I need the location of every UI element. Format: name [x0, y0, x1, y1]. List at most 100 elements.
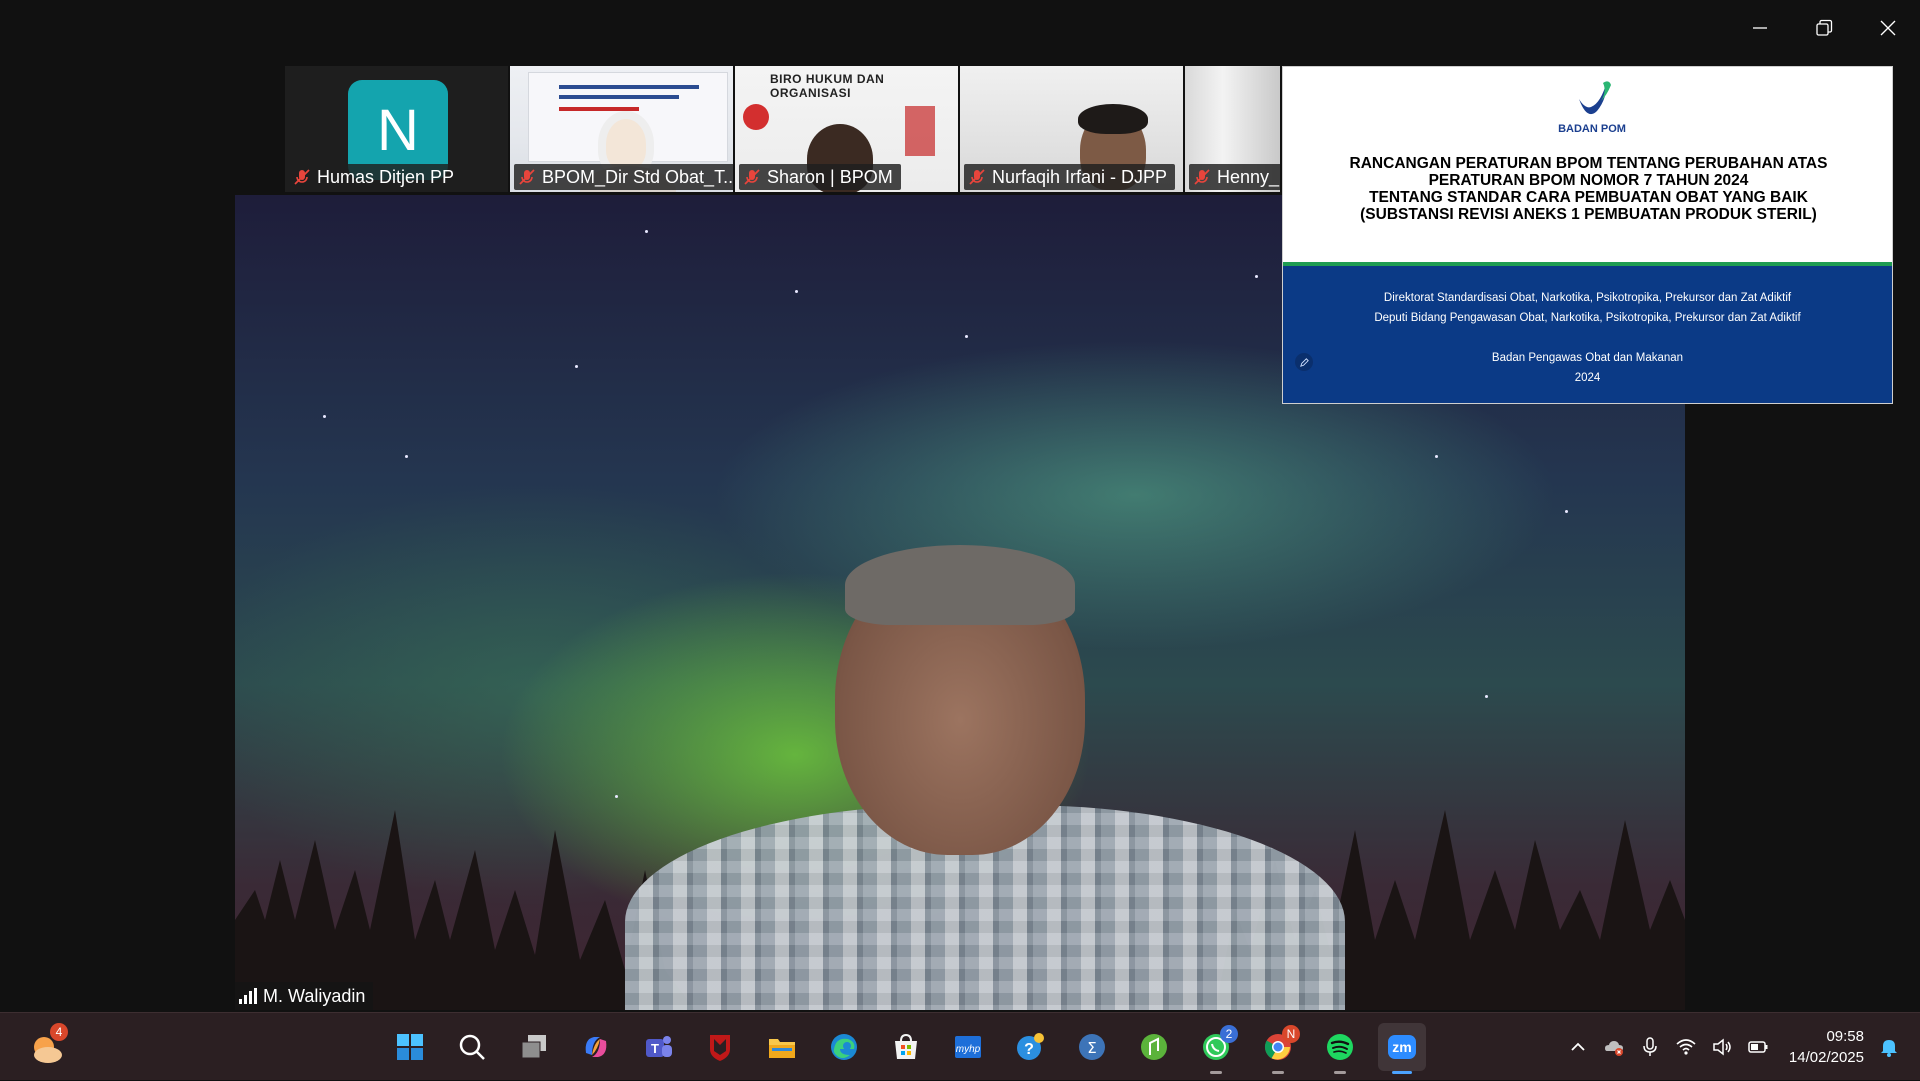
- slide-title-line: PERATURAN BPOM NOMOR 7 TAHUN 2024: [1303, 172, 1874, 189]
- restore-button[interactable]: [1792, 0, 1856, 56]
- participant-tile[interactable]: Henny_: [1185, 66, 1280, 192]
- microphone-icon[interactable]: [1639, 1036, 1661, 1058]
- speaker-name-label: M. Waliyadin: [235, 982, 373, 1010]
- start-button[interactable]: [386, 1023, 434, 1071]
- notification-badge: 2: [1220, 1025, 1238, 1043]
- background-banner: BIRO HUKUM DAN ORGANISASI: [770, 72, 958, 100]
- mic-muted-icon: [743, 168, 761, 186]
- store-app[interactable]: [882, 1023, 930, 1071]
- slide-year: 2024: [1283, 368, 1892, 388]
- participant-name: Sharon | BPOM: [767, 167, 893, 188]
- myhp-app[interactable]: myhp: [944, 1023, 992, 1071]
- logo-mark-icon: [1557, 77, 1627, 123]
- participant-name-label: Nurfaqih Irfani - DJPP: [964, 164, 1175, 190]
- zoom-app[interactable]: zm: [1378, 1023, 1426, 1071]
- svg-text:Σ: Σ: [1087, 1039, 1096, 1057]
- close-icon: [1879, 19, 1897, 37]
- start-icon: [394, 1031, 426, 1063]
- participant-name: BPOM_Dir Std Obat_T...: [542, 167, 733, 188]
- weather-widget[interactable]: 4: [26, 1027, 66, 1067]
- task-view-button[interactable]: [510, 1023, 558, 1071]
- calculator-icon: Σ: [1076, 1031, 1108, 1063]
- mic-muted-icon: [293, 168, 311, 186]
- battery-icon[interactable]: [1747, 1036, 1769, 1058]
- participant-tile[interactable]: BPOM_Dir Std Obat_T...: [510, 66, 733, 192]
- teams-app[interactable]: T: [634, 1023, 682, 1071]
- slide-header: BADAN POM RANCANGAN PERATURAN BPOM TENTA…: [1283, 67, 1892, 262]
- help-app[interactable]: ?: [1006, 1023, 1054, 1071]
- edge-app[interactable]: [820, 1023, 868, 1071]
- participant-tile[interactable]: BIRO HUKUM DAN ORGANISASI Sharon | BPOM: [735, 66, 958, 192]
- teams-icon: T: [642, 1031, 674, 1063]
- mcafee-icon: [704, 1031, 736, 1063]
- task-view-icon: [518, 1031, 550, 1063]
- participant-strip: N Humas Ditjen PP BPOM_Dir Std Obat_T...…: [285, 66, 1280, 192]
- whatsapp-app[interactable]: 2: [1192, 1023, 1240, 1071]
- connection-signal-icon: [239, 988, 257, 1004]
- notification-bell-icon[interactable]: [1878, 1036, 1900, 1058]
- system-tray: 09:58 14/02/2025: [1567, 1013, 1900, 1081]
- slide-title: RANCANGAN PERATURAN BPOM TENTANG PERUBAH…: [1303, 155, 1874, 223]
- speaker-name: M. Waliyadin: [263, 986, 365, 1007]
- myhp-icon: myhp: [952, 1031, 984, 1063]
- chrome-app[interactable]: N: [1254, 1023, 1302, 1071]
- mic-muted-icon: [518, 168, 536, 186]
- annotate-icon[interactable]: [1295, 353, 1313, 371]
- slide-title-line: (SUBSTANSI REVISI ANEKS 1 PEMBUATAN PROD…: [1303, 206, 1874, 223]
- participant-name-label: Henny_: [1189, 164, 1280, 190]
- slide-org-line: Direktorat Standardisasi Obat, Narkotika…: [1283, 288, 1892, 308]
- sheets-icon: [1138, 1031, 1170, 1063]
- copilot-icon: [580, 1031, 612, 1063]
- running-indicator: [1392, 1071, 1412, 1074]
- shared-screen-slide[interactable]: BADAN POM RANCANGAN PERATURAN BPOM TENTA…: [1282, 66, 1893, 404]
- participant-name-label: Humas Ditjen PP: [289, 164, 462, 190]
- participant-name-label: Sharon | BPOM: [739, 164, 901, 190]
- restore-icon: [1815, 19, 1833, 37]
- calculator-app[interactable]: Σ: [1068, 1023, 1116, 1071]
- clock-date: 14/02/2025: [1789, 1047, 1864, 1068]
- sheets-app[interactable]: [1130, 1023, 1178, 1071]
- participant-tile[interactable]: Nurfaqih Irfani - DJPP: [960, 66, 1183, 192]
- edge-icon: [828, 1031, 860, 1063]
- running-indicator: [1210, 1071, 1222, 1074]
- running-indicator: [1334, 1071, 1346, 1074]
- minimize-button[interactable]: [1728, 0, 1792, 56]
- window-controls: [1728, 0, 1920, 56]
- participant-name: Nurfaqih Irfani - DJPP: [992, 167, 1167, 188]
- slide-agency: Badan Pengawas Obat dan Makanan: [1283, 348, 1892, 368]
- logo-text: BADAN POM: [1557, 123, 1627, 135]
- participant-name: Henny_: [1217, 167, 1279, 188]
- minimize-icon: [1751, 19, 1769, 37]
- slide-footer: Direktorat Standardisasi Obat, Narkotika…: [1283, 266, 1892, 404]
- volume-icon[interactable]: [1711, 1036, 1733, 1058]
- zoom-label: zm: [1378, 1023, 1426, 1071]
- taskbar-apps: T myhp ? Σ 2 N: [386, 1023, 1426, 1071]
- slide-title-line: TENTANG STANDAR CARA PEMBUATAN OBAT YANG…: [1303, 189, 1874, 206]
- file-explorer-icon: [766, 1031, 798, 1063]
- search-button[interactable]: [448, 1023, 496, 1071]
- copilot-app[interactable]: [572, 1023, 620, 1071]
- system-clock[interactable]: 09:58 14/02/2025: [1789, 1026, 1864, 1068]
- close-button[interactable]: [1856, 0, 1920, 56]
- participant-name: Humas Ditjen PP: [317, 167, 454, 188]
- mcafee-app[interactable]: [696, 1023, 744, 1071]
- chevron-up-icon[interactable]: [1567, 1036, 1589, 1058]
- onedrive-icon[interactable]: [1603, 1036, 1625, 1058]
- speaker-hair: [845, 545, 1075, 625]
- svg-text:myhp: myhp: [956, 1044, 981, 1055]
- taskbar: 4 T myhp ?: [0, 1012, 1920, 1080]
- participant-tile[interactable]: N Humas Ditjen PP: [285, 66, 508, 192]
- mic-muted-icon: [968, 168, 986, 186]
- spotify-app[interactable]: [1316, 1023, 1364, 1071]
- notification-badge: N: [1282, 1025, 1300, 1043]
- notification-badge: 4: [50, 1023, 68, 1041]
- clock-time: 09:58: [1789, 1026, 1864, 1047]
- file-explorer-app[interactable]: [758, 1023, 806, 1071]
- help-icon: ?: [1014, 1031, 1046, 1063]
- slide-title-line: RANCANGAN PERATURAN BPOM TENTANG PERUBAH…: [1303, 155, 1874, 172]
- wifi-icon[interactable]: [1675, 1036, 1697, 1058]
- svg-text:?: ?: [1024, 1041, 1034, 1058]
- participant-name-label: BPOM_Dir Std Obat_T...: [514, 164, 733, 190]
- store-icon: [890, 1031, 922, 1063]
- mic-muted-icon: [1193, 168, 1211, 186]
